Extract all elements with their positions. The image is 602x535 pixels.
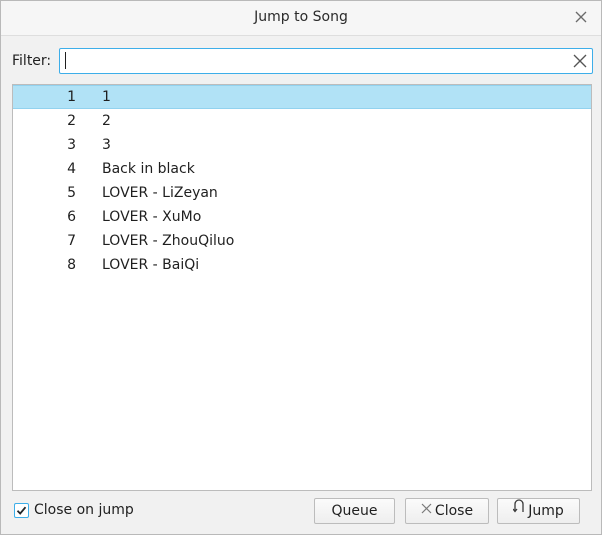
song-list-rows: 1 1 2 2 3 3 4 Back in black 5 LOVER - LiZeyan 6 LOV… <box>13 85 591 277</box>
song-list[interactable]: 1 1 2 2 3 3 4 Back in black 5 LOVER - LiZeyan 6 LOV… <box>12 84 592 491</box>
checkmark-icon <box>16 506 27 515</box>
close-icon <box>421 498 432 522</box>
song-number: 4 <box>67 161 76 177</box>
song-row[interactable]: 5 LOVER - LiZeyan <box>13 181 591 205</box>
song-row[interactable]: 7 LOVER - ZhouQiluo <box>13 229 591 253</box>
close-on-jump-label: Close on jump <box>34 502 134 518</box>
jump-icon <box>512 498 525 522</box>
filter-label: Filter: <box>12 53 52 69</box>
filter-row: Filter: <box>1 48 601 74</box>
queue-button[interactable]: Queue <box>314 498 395 524</box>
song-number: 2 <box>67 113 76 129</box>
close-button[interactable]: Close <box>405 498 489 524</box>
song-number: 3 <box>67 137 76 153</box>
song-number: 1 <box>67 89 76 105</box>
song-number: 7 <box>67 233 76 249</box>
song-title: LOVER - XuMo <box>102 209 202 225</box>
song-title: LOVER - LiZeyan <box>102 185 218 201</box>
song-row[interactable]: 4 Back in black <box>13 157 591 181</box>
song-number: 8 <box>67 257 76 273</box>
checkbox-box[interactable] <box>14 503 29 518</box>
song-row[interactable]: 11 <box>13 85 591 109</box>
jump-button-label: Jump <box>528 503 564 519</box>
clear-icon[interactable] <box>572 53 588 69</box>
filter-input[interactable] <box>64 51 554 69</box>
filter-field[interactable] <box>59 48 593 74</box>
window-title: Jump to Song <box>254 9 348 25</box>
song-title: 3 <box>102 137 111 153</box>
jump-button[interactable]: Jump <box>497 498 580 524</box>
text-cursor <box>65 52 66 69</box>
song-title: LOVER - BaiQi <box>102 257 200 273</box>
jump-to-song-dialog: Jump to Song Filter: 1 1 2 2 3 3 4 Back in blac… <box>0 0 602 535</box>
song-row[interactable]: 22 <box>13 109 591 133</box>
song-row[interactable]: 6 LOVER - XuMo <box>13 205 591 229</box>
song-title: 2 <box>102 113 111 129</box>
song-title: Back in black <box>102 161 195 177</box>
song-title: LOVER - ZhouQiluo <box>102 233 235 249</box>
song-number: 5 <box>67 185 76 201</box>
queue-button-label: Queue <box>331 503 378 519</box>
titlebar: Jump to Song <box>1 1 601 36</box>
dialog-footer: Close on jump Queue Close Jump <box>1 498 601 524</box>
close-button-label: Close <box>434 503 474 519</box>
song-row[interactable]: 8 LOVER - BaiQi <box>13 253 591 277</box>
song-number: 6 <box>67 209 76 225</box>
song-title: 1 <box>102 89 111 105</box>
song-row[interactable]: 33 <box>13 133 591 157</box>
titlebar-close-icon[interactable] <box>574 10 588 24</box>
